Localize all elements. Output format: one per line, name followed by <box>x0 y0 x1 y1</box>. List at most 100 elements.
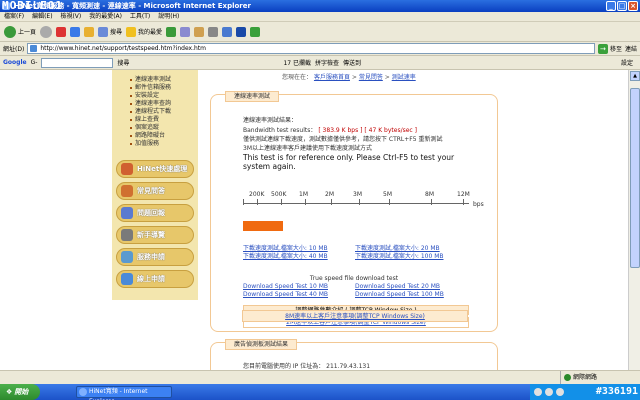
scale-tick <box>257 199 258 205</box>
tcp-link-8m[interactable]: 8M速率以上客戶注意事項(調整TCP Windows Size) <box>285 313 425 320</box>
menu-favorites[interactable]: 我的最愛(A) <box>89 13 122 20</box>
download-link[interactable]: Download Speed Test 10 MB <box>243 283 328 291</box>
sidebar-link[interactable]: 安裝設定 <box>130 92 171 100</box>
ie-icon <box>79 388 87 396</box>
scale-tick <box>431 199 432 205</box>
popup-blocked-counter[interactable]: 17 已攔截 <box>283 58 311 67</box>
edit-icon[interactable] <box>222 26 233 37</box>
result-kbytes: [ 47 K bytes/sec ] <box>364 127 417 134</box>
sidebar-link[interactable]: 個案追蹤 <box>130 124 171 132</box>
messenger-icon[interactable] <box>236 26 247 37</box>
menu-view[interactable]: 檢視(V) <box>60 13 81 20</box>
sidebar-link[interactable]: 網路障礙台 <box>130 132 171 140</box>
ip-address: 211.79.43.131 <box>326 363 371 370</box>
download-link[interactable]: 下載速度測試,檔案大小: 100 MB <box>355 253 444 261</box>
tray-icon[interactable] <box>534 388 542 396</box>
print-icon[interactable] <box>208 26 219 37</box>
sidebar-link[interactable]: 連線速率查詢 <box>130 100 171 108</box>
address-input[interactable]: http://www.hinet.net/support/testspeed.h… <box>27 43 595 54</box>
media-icon[interactable] <box>166 26 177 37</box>
close-button[interactable]: × <box>628 1 638 11</box>
menu-tools[interactable]: 工具(T) <box>130 13 150 20</box>
scale-label: 3M <box>353 191 362 198</box>
sidebar-button-quick[interactable]: HiNet快速處理 <box>116 160 194 178</box>
download-link[interactable]: 下載速度測試,檔案大小: 20 MB <box>355 245 444 253</box>
sidebar-links: 連線速率測試 郵件信箱服務 安裝設定 連線速率查詢 連線程式下載 線上查費 個案… <box>130 76 171 148</box>
address-bar: 網址(D) http://www.hinet.net/support/tests… <box>0 42 640 56</box>
search-button[interactable]: 搜尋 <box>98 26 122 37</box>
menu-help[interactable]: 說明(H) <box>158 13 179 20</box>
sidebar-link[interactable]: 加值服務 <box>130 140 171 148</box>
sidebar-link[interactable]: 郵件信箱服務 <box>130 84 171 92</box>
go-button[interactable]: → 移至 <box>597 43 622 54</box>
true-speed-title: True speed file download test <box>309 275 399 282</box>
sidebar-button-guide[interactable]: 新手導覽 <box>116 226 194 244</box>
breadcrumb: 您現在在： 客戶服務首頁 > 常見問答 > 測試速率 <box>282 74 416 81</box>
download-link[interactable]: Download Speed Test 100 MB <box>355 291 444 299</box>
taskbar: ❖ 開始 HiNet寬頻 - Internet Explorer <box>0 384 640 400</box>
minimize-button[interactable]: _ <box>606 1 616 11</box>
msn-icon[interactable] <box>250 26 261 37</box>
menu-bar: 檔案(F) 編輯(E) 檢視(V) 我的最愛(A) 工具(T) 說明(H) <box>0 12 640 22</box>
favorites-button[interactable]: 我的最愛 <box>126 26 162 37</box>
tcp-box-link2: 8M速率以上客戶注意事項(調整TCP Windows Size) <box>242 310 468 322</box>
maximize-button[interactable]: □ <box>617 1 627 11</box>
bandwidth-results: Bandwidth test results： [ 383.9 K bps ] … <box>243 127 417 134</box>
forward-button[interactable] <box>40 25 53 38</box>
dl-links-en-left: Download Speed Test 10 MB Download Speed… <box>243 283 328 299</box>
book-icon <box>121 185 133 197</box>
search-icon <box>98 26 109 37</box>
links-label[interactable]: 連結 <box>625 44 637 53</box>
scale-label: 2M <box>325 191 334 198</box>
sidebar-button-online[interactable]: 線上申請 <box>116 270 194 288</box>
stop-icon[interactable] <box>56 26 67 37</box>
spellcheck-button[interactable]: 拼字檢查 <box>315 58 339 67</box>
tray-icon[interactable] <box>556 388 564 396</box>
phone-icon <box>121 163 133 175</box>
dl-links-en-right: Download Speed Test 20 MB Download Speed… <box>355 283 444 299</box>
google-search-button[interactable]: 搜尋 <box>117 58 129 67</box>
download-link[interactable]: 下載速度測試,檔案大小: 10 MB <box>243 245 328 253</box>
speed-bar <box>243 221 283 231</box>
adblock-title: 廣告偵測板測試結果 <box>225 339 298 350</box>
scroll-up-arrow-icon[interactable]: ▲ <box>630 71 640 81</box>
breadcrumb-home[interactable]: 客戶服務首頁 <box>314 74 350 81</box>
back-button[interactable]: 上一頁 <box>4 25 36 38</box>
menu-file[interactable]: 檔案(F) <box>4 13 24 20</box>
google-search-input[interactable] <box>41 57 114 68</box>
google-settings-button[interactable]: 設定 <box>621 58 633 67</box>
download-link[interactable]: Download Speed Test 20 MB <box>355 283 444 291</box>
send-to-button[interactable]: 傳送到 <box>343 58 361 67</box>
google-go-button[interactable]: G- <box>31 59 38 66</box>
mail-icon[interactable] <box>194 26 205 37</box>
scale-tick <box>243 199 244 205</box>
page-icon <box>30 45 38 52</box>
vertical-scrollbar[interactable]: ▲ ▼ <box>628 70 640 384</box>
sidebar-button-report[interactable]: 問題回報 <box>116 204 194 222</box>
scale-tick <box>331 199 332 205</box>
scale-label: 200K <box>249 191 265 198</box>
start-button[interactable]: ❖ 開始 <box>0 384 40 400</box>
sidebar-link[interactable]: 連線速率測試 <box>130 76 171 84</box>
tools-icon <box>121 229 133 241</box>
google-logo: Google <box>3 59 27 66</box>
sidebar-button-faq[interactable]: 常見問答 <box>116 182 194 200</box>
speedtest-title: 連線速率測試 <box>225 91 280 102</box>
scale-tick <box>389 199 390 205</box>
breadcrumb-faq[interactable]: 常見問答 <box>359 74 383 81</box>
sidebar-button-apply[interactable]: 服務申請 <box>116 248 194 266</box>
menu-edit[interactable]: 編輯(E) <box>32 13 52 20</box>
note-zh: 僅供測試連線下載速度，測試數據僅供參考，請您按下 CTRL+F5 重新測試 <box>243 136 443 143</box>
taskbar-item-ie[interactable]: HiNet寬頻 - Internet Explorer <box>76 386 172 400</box>
sidebar-link[interactable]: 線上查費 <box>130 116 171 124</box>
download-link[interactable]: 下載速度測試,檔案大小: 40 MB <box>243 253 328 261</box>
scale-label: 5M <box>383 191 392 198</box>
breadcrumb-current[interactable]: 測試速率 <box>392 74 416 81</box>
home-icon[interactable] <box>84 26 95 37</box>
download-link[interactable]: Download Speed Test 40 MB <box>243 291 328 299</box>
history-icon[interactable] <box>180 26 191 37</box>
refresh-icon[interactable] <box>70 26 81 37</box>
sidebar-link[interactable]: 連線程式下載 <box>130 108 171 116</box>
scroll-thumb[interactable] <box>630 88 640 268</box>
tray-icon[interactable] <box>545 388 553 396</box>
